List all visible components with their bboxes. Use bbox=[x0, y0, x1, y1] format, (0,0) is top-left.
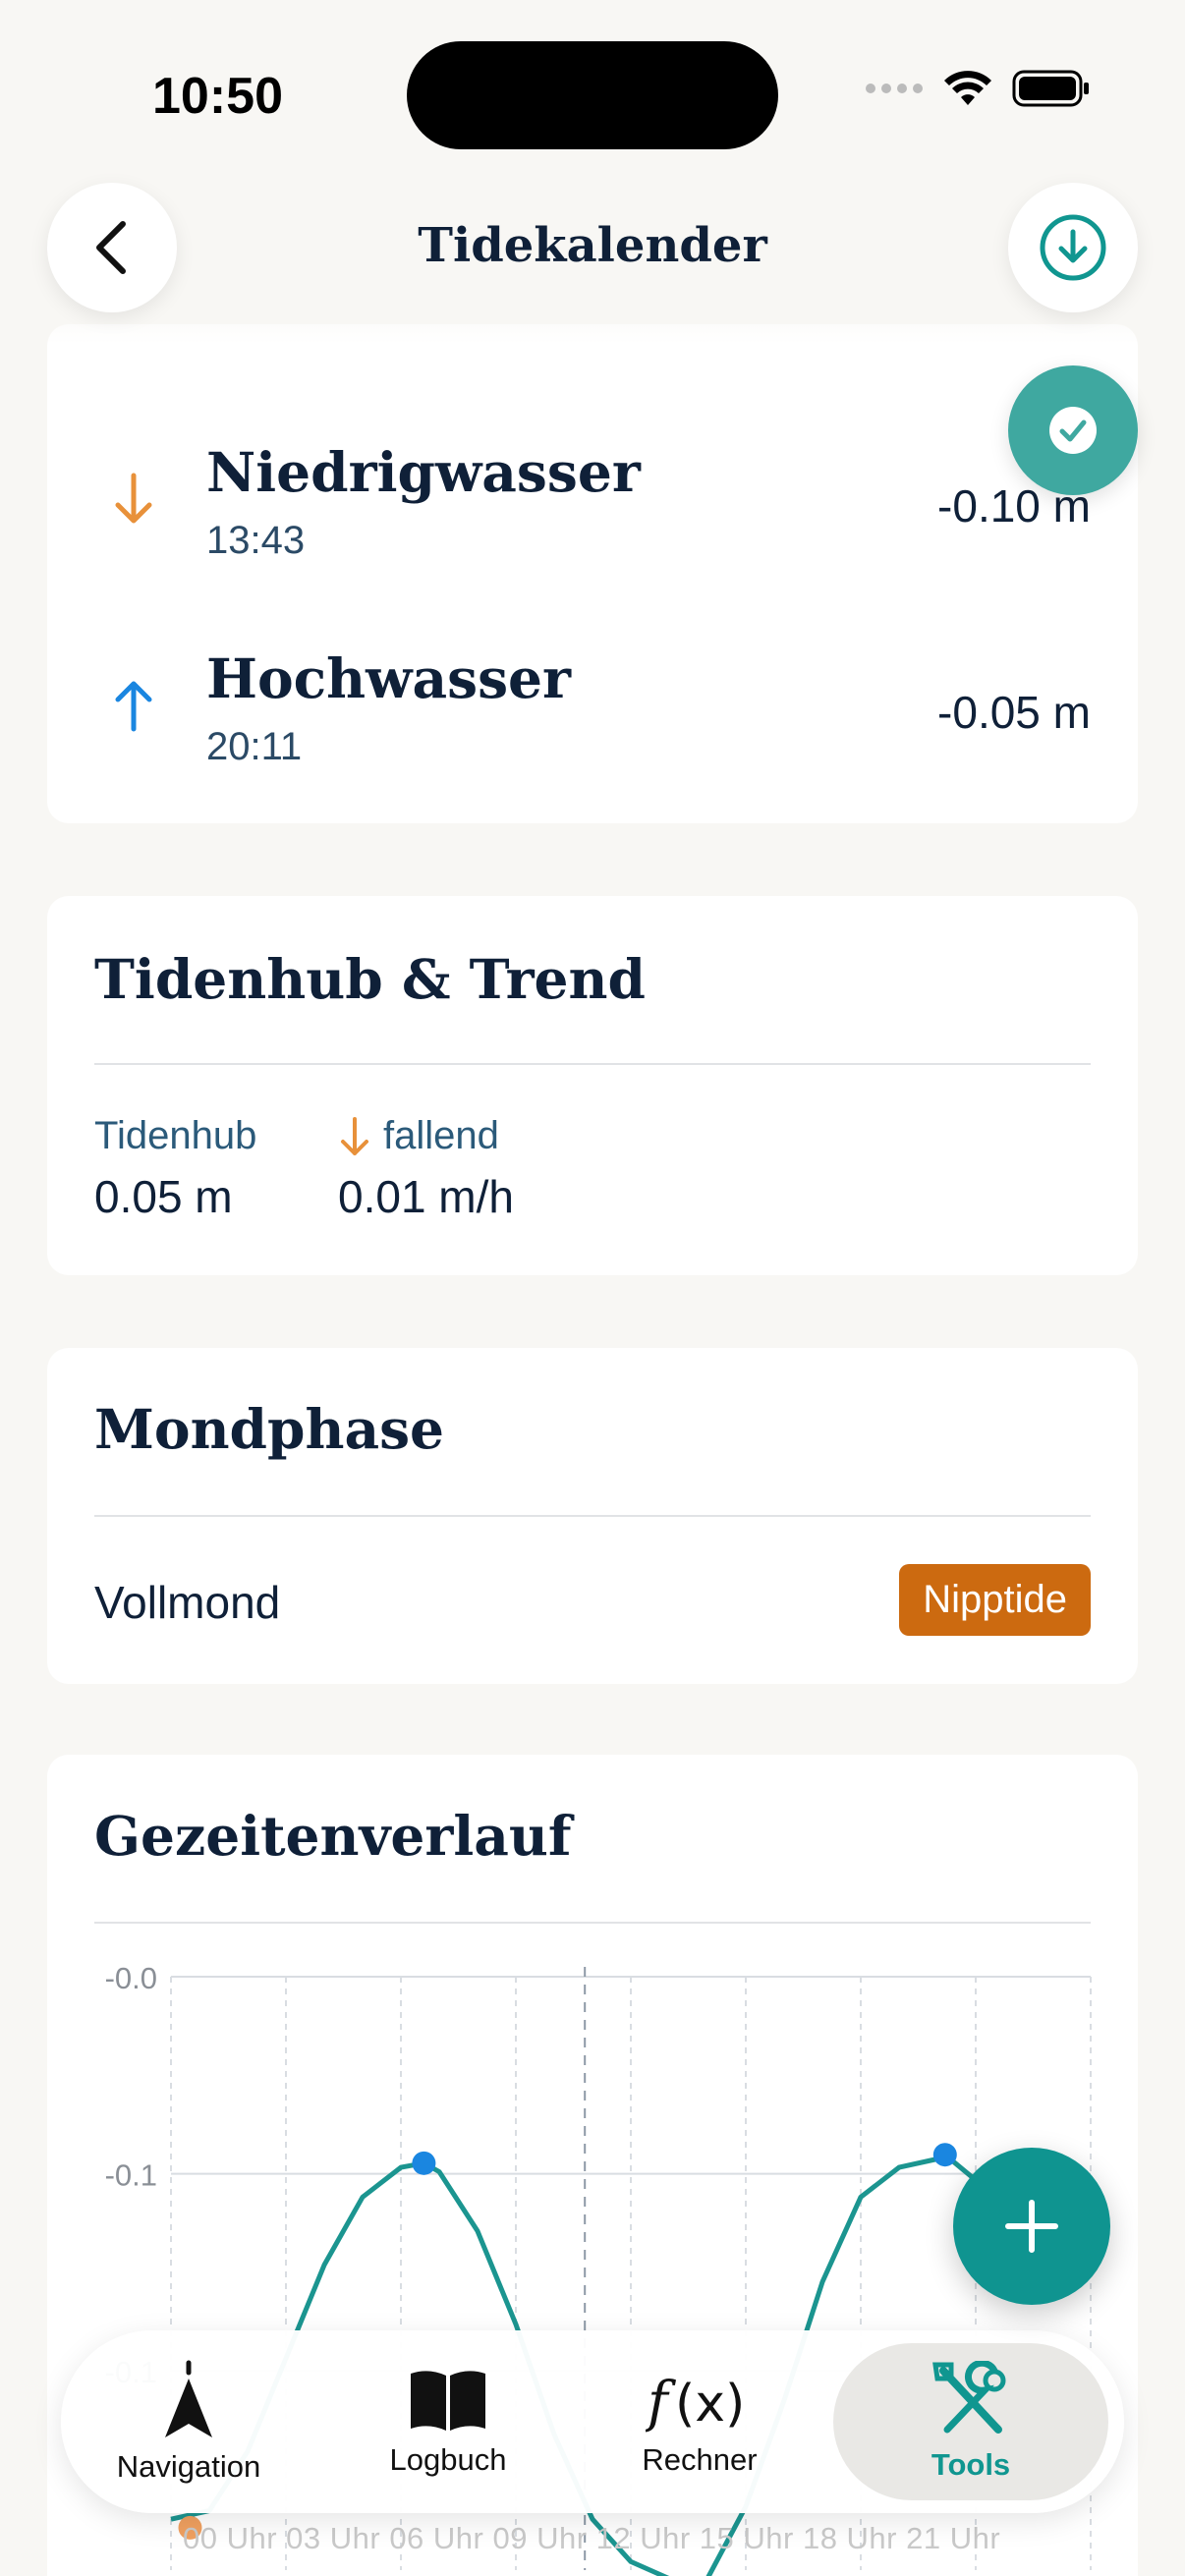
tide-value: -0.05 m bbox=[937, 687, 1091, 738]
navigation-arrow-icon bbox=[165, 2360, 212, 2437]
y-tick-label: -0.1 bbox=[105, 2158, 157, 2193]
checkmark-circle-icon bbox=[1049, 407, 1097, 454]
card-title: Tidenhub & Trend bbox=[94, 947, 646, 1011]
arrow-up-icon bbox=[115, 681, 152, 732]
trend-label: fallend bbox=[383, 1114, 499, 1157]
plus-icon bbox=[1005, 2200, 1058, 2253]
nipptide-badge: Nipptide bbox=[899, 1564, 1091, 1636]
tide-label: Hochwasser bbox=[206, 646, 572, 710]
trend-value: 0.01 m/h bbox=[338, 1171, 514, 1222]
tide-row-low: Niedrigwasser 13:43 -0.10 m bbox=[47, 432, 1138, 562]
arrow-down-icon bbox=[115, 473, 152, 524]
tidenhub-card: Tidenhub & Trend Tidenhub 0.05 m fallend… bbox=[47, 896, 1138, 1275]
tab-label: Logbuch bbox=[389, 2442, 507, 2477]
tools-icon bbox=[932, 2361, 1006, 2434]
trend-stat: fallend 0.01 m/h bbox=[338, 1114, 514, 1223]
battery-icon bbox=[1012, 70, 1089, 107]
high-tide-marker bbox=[412, 2151, 436, 2175]
tide-row-high: Hochwasser 20:11 -0.05 m bbox=[47, 639, 1138, 768]
tab-navigation[interactable]: Navigation bbox=[81, 2330, 297, 2513]
divider bbox=[94, 1515, 1091, 1517]
synced-badge[interactable] bbox=[1008, 365, 1138, 495]
arrow-down-icon bbox=[341, 1116, 368, 1155]
tide-time: 20:11 bbox=[206, 725, 303, 768]
tide-events-card: Niedrigwasser 13:43 -0.10 m Hochwasser 2… bbox=[47, 324, 1138, 823]
tidenhub-label: Tidenhub bbox=[94, 1114, 257, 1157]
cellular-signal-icon bbox=[866, 84, 923, 93]
svg-text:f: f bbox=[646, 2371, 677, 2435]
x-axis-labels: 00 Uhr 03 Uhr 06 Uhr 09 Uhr 12 Uhr 15 Uh… bbox=[183, 2521, 1001, 2555]
y-tick-label: -0.0 bbox=[105, 1961, 157, 1995]
high-tide-marker bbox=[932, 2143, 957, 2167]
book-icon bbox=[411, 2371, 485, 2431]
tidenhub-value: 0.05 m bbox=[94, 1171, 233, 1222]
tide-time: 13:43 bbox=[206, 519, 306, 562]
download-button[interactable] bbox=[1008, 183, 1138, 312]
card-title: Mondphase bbox=[94, 1397, 445, 1461]
status-icons bbox=[865, 69, 1091, 108]
status-time: 10:50 bbox=[152, 68, 283, 125]
download-circle-icon bbox=[1040, 214, 1106, 281]
tab-label: Rechner bbox=[642, 2442, 758, 2477]
wifi-icon bbox=[944, 71, 991, 105]
tab-label: Tools bbox=[931, 2447, 1011, 2482]
tab-bar: Navigation Logbuch f (x) Rechner Tools bbox=[61, 2330, 1124, 2513]
tab-rechner[interactable]: f (x) Rechner bbox=[592, 2330, 808, 2513]
moon-phase-label: Vollmond bbox=[94, 1577, 281, 1628]
mondphase-card: Mondphase Vollmond Nipptide bbox=[47, 1348, 1138, 1684]
add-button[interactable] bbox=[953, 2148, 1110, 2305]
tab-logbuch[interactable]: Logbuch bbox=[340, 2330, 556, 2513]
dynamic-island bbox=[407, 41, 778, 149]
tab-tools[interactable]: Tools bbox=[833, 2343, 1108, 2500]
tidenhub-stat: Tidenhub 0.05 m bbox=[94, 1114, 256, 1223]
tide-label: Niedrigwasser bbox=[206, 440, 641, 504]
tab-label: Navigation bbox=[116, 2449, 261, 2484]
function-icon: f (x) bbox=[646, 2371, 745, 2435]
svg-text:(x): (x) bbox=[675, 2375, 745, 2434]
divider bbox=[94, 1063, 1091, 1065]
